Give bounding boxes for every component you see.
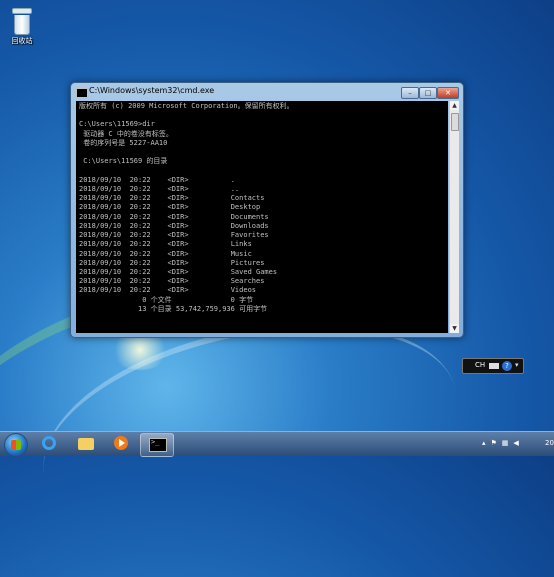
cmd-icon bbox=[149, 438, 167, 452]
console-line: 版权所有 (c) 2009 Microsoft Corporation。保留所有… bbox=[79, 102, 294, 110]
console-line: 2018/09/10 20:22 <DIR> Favorites bbox=[79, 231, 269, 240]
scroll-thumb[interactable] bbox=[451, 113, 459, 131]
console-line: 2018/09/10 20:22 <DIR> Music bbox=[79, 249, 252, 258]
command-prompt[interactable]: C:\Users\11569> bbox=[79, 332, 142, 333]
console-line: 2018/09/10 20:22 <DIR> Videos bbox=[79, 286, 257, 295]
start-button[interactable] bbox=[4, 433, 28, 457]
volume-icon[interactable]: ◀ bbox=[513, 439, 518, 447]
console-output[interactable]: 版权所有 (c) 2009 Microsoft Corporation。保留所有… bbox=[76, 101, 448, 333]
scroll-down-arrow[interactable]: ▼ bbox=[450, 324, 459, 333]
network-icon[interactable]: ▦ bbox=[502, 439, 509, 447]
scroll-up-arrow[interactable]: ▲ bbox=[450, 101, 459, 110]
console-line: 2018/09/10 20:22 <DIR> Saved Games bbox=[79, 267, 278, 276]
windows-logo-icon bbox=[11, 440, 21, 450]
vertical-scrollbar[interactable]: ▲ ▼ bbox=[449, 101, 459, 333]
console-line: 13 个目录 53,742,759,936 可用字节 bbox=[79, 304, 268, 313]
show-hidden-icons-button[interactable]: ▴ bbox=[482, 439, 486, 447]
cmd-window[interactable]: C:\Windows\system32\cmd.exe – □ ✕ 版权所有 (… bbox=[70, 82, 464, 338]
media-player-icon bbox=[114, 436, 128, 450]
console-line: C:\Users\11569>dir bbox=[79, 120, 155, 129]
ie-icon bbox=[42, 436, 56, 450]
console-line: 0 个文件 0 字节 bbox=[79, 295, 254, 304]
taskbar-item-windows-explorer[interactable] bbox=[70, 433, 102, 455]
minimize-button[interactable]: – bbox=[401, 87, 419, 99]
keyboard-icon[interactable] bbox=[489, 363, 499, 369]
taskbar-item-command-prompt[interactable] bbox=[140, 433, 174, 457]
taskbar-item-internet-explorer[interactable] bbox=[33, 433, 65, 455]
console-text: 版权所有 (c) 2009 Microsoft Corporation。保留所有… bbox=[76, 101, 448, 333]
language-bar[interactable]: CH ? ▾ bbox=[462, 358, 524, 374]
console-line: 2018/09/10 20:22 <DIR> Desktop bbox=[79, 203, 261, 212]
help-icon[interactable]: ? bbox=[502, 361, 512, 371]
desktop-icon-recycle-bin[interactable]: 回收站 bbox=[4, 8, 40, 46]
console-line: 2018/09/10 20:22 <DIR> .. bbox=[79, 184, 240, 193]
action-center-flag-icon[interactable]: ⚑ bbox=[491, 439, 497, 447]
recycle-bin-icon bbox=[12, 8, 32, 35]
console-line: 2018/09/10 20:22 <DIR> Contacts bbox=[79, 194, 265, 203]
console-line: 2018/09/10 20:22 <DIR> Pictures bbox=[79, 258, 265, 267]
console-line: 2018/09/10 20:22 <DIR> Documents bbox=[79, 212, 269, 221]
taskbar-item-media-player[interactable] bbox=[105, 433, 137, 455]
maximize-button[interactable]: □ bbox=[419, 87, 437, 99]
window-title: C:\Windows\system32\cmd.exe bbox=[89, 86, 215, 95]
desktop-icon-label: 回收站 bbox=[11, 37, 33, 45]
console-line: C:\Users\11569 的目录 bbox=[79, 157, 168, 166]
title-bar[interactable]: C:\Windows\system32\cmd.exe – □ ✕ bbox=[71, 83, 463, 101]
console-line: 驱动器 C 中的卷没有标签。 bbox=[79, 129, 173, 138]
clock[interactable]: 20 bbox=[545, 439, 554, 447]
console-line: 2018/09/10 20:22 <DIR> Searches bbox=[79, 277, 265, 286]
language-bar-options[interactable]: ▾ bbox=[515, 361, 521, 371]
system-tray: ▴ ⚑ ▦ ◀ bbox=[482, 439, 524, 447]
console-line: 2018/09/10 20:22 <DIR> Links bbox=[79, 240, 252, 249]
console-line: 卷的序列号是 5227-AA10 bbox=[79, 138, 168, 147]
close-button[interactable]: ✕ bbox=[437, 87, 459, 99]
cmd-icon bbox=[76, 88, 88, 98]
console-line: 2018/09/10 20:22 <DIR> . bbox=[79, 175, 235, 184]
input-language[interactable]: CH bbox=[475, 361, 485, 369]
console-line: 2018/09/10 20:22 <DIR> Downloads bbox=[79, 221, 269, 230]
folder-icon bbox=[78, 438, 94, 450]
taskbar: ▴ ⚑ ▦ ◀ 20 bbox=[0, 431, 554, 457]
